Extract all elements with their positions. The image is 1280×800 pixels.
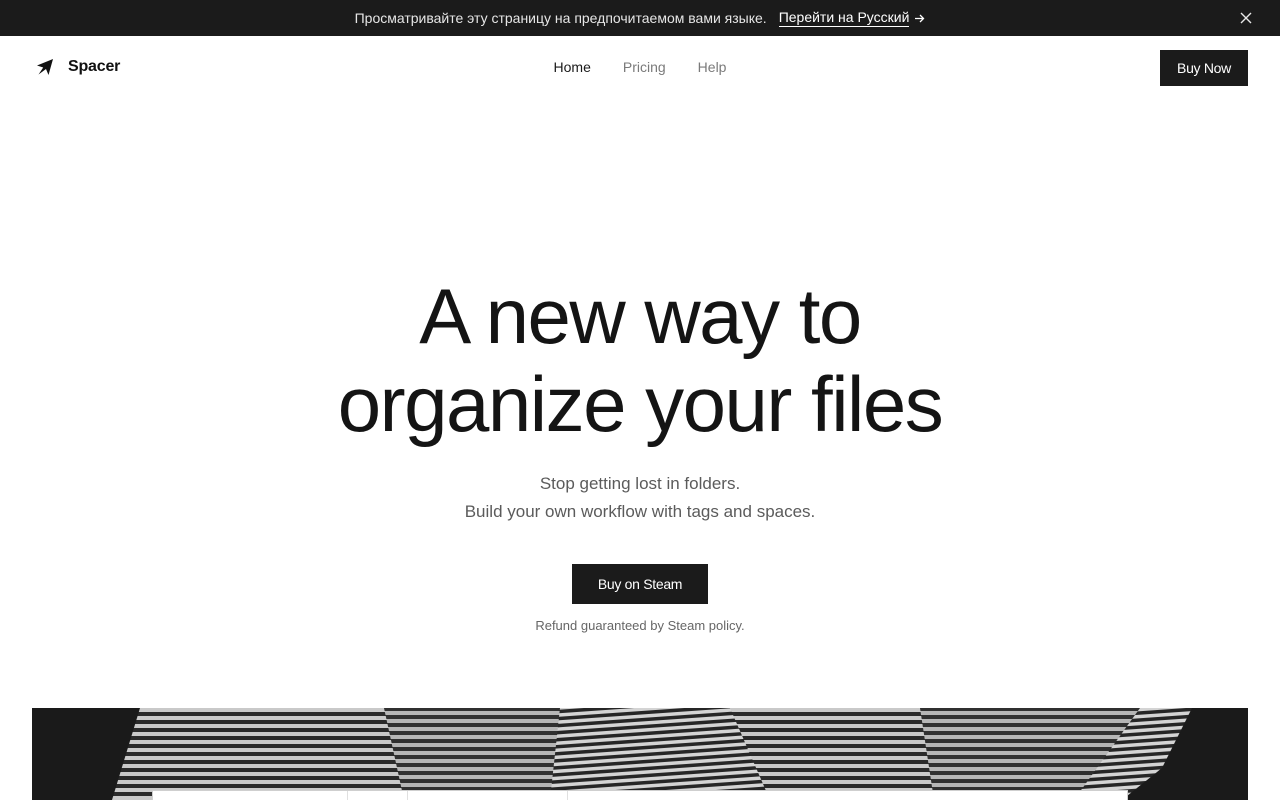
- buy-now-button[interactable]: Buy Now: [1160, 50, 1248, 86]
- app-window-preview: [152, 790, 1128, 800]
- hero-subtitle: Stop getting lost in folders. Build your…: [0, 470, 1280, 526]
- main-menu: Home Pricing Help: [0, 59, 1280, 75]
- language-banner-message: Просматривайте эту страницу на предпочит…: [354, 10, 767, 26]
- refund-note: Refund guaranteed by Steam policy.: [535, 618, 745, 633]
- striped-background-graphic: [32, 708, 1248, 800]
- window-divider: [407, 791, 408, 800]
- hero-subtitle-line-1: Stop getting lost in folders.: [539, 474, 741, 493]
- hero-title-line-1: A new way to: [419, 272, 862, 360]
- nav-help-link[interactable]: Help: [698, 59, 727, 75]
- hero-title: A new way to organize your files: [0, 272, 1280, 448]
- nav-pricing-link[interactable]: Pricing: [623, 59, 666, 75]
- hero-title-line-2: organize your files: [337, 360, 944, 448]
- hero-subtitle-line-2: Build your own workflow with tags and sp…: [464, 502, 816, 521]
- switch-language-link[interactable]: Перейти на Русский: [778, 9, 926, 27]
- switch-language-label: Перейти на Русский: [778, 9, 910, 27]
- nav-home-link[interactable]: Home: [554, 59, 591, 75]
- window-divider: [567, 791, 568, 800]
- arrow-right-icon: [914, 13, 925, 24]
- window-divider: [347, 791, 348, 800]
- language-banner: Просматривайте эту страницу на предпочит…: [0, 0, 1280, 36]
- product-showcase-image: [32, 708, 1248, 800]
- buy-on-steam-button[interactable]: Buy on Steam: [572, 564, 708, 604]
- close-icon[interactable]: [1238, 10, 1254, 26]
- top-navigation: Spacer Home Pricing Help Buy Now: [0, 36, 1280, 100]
